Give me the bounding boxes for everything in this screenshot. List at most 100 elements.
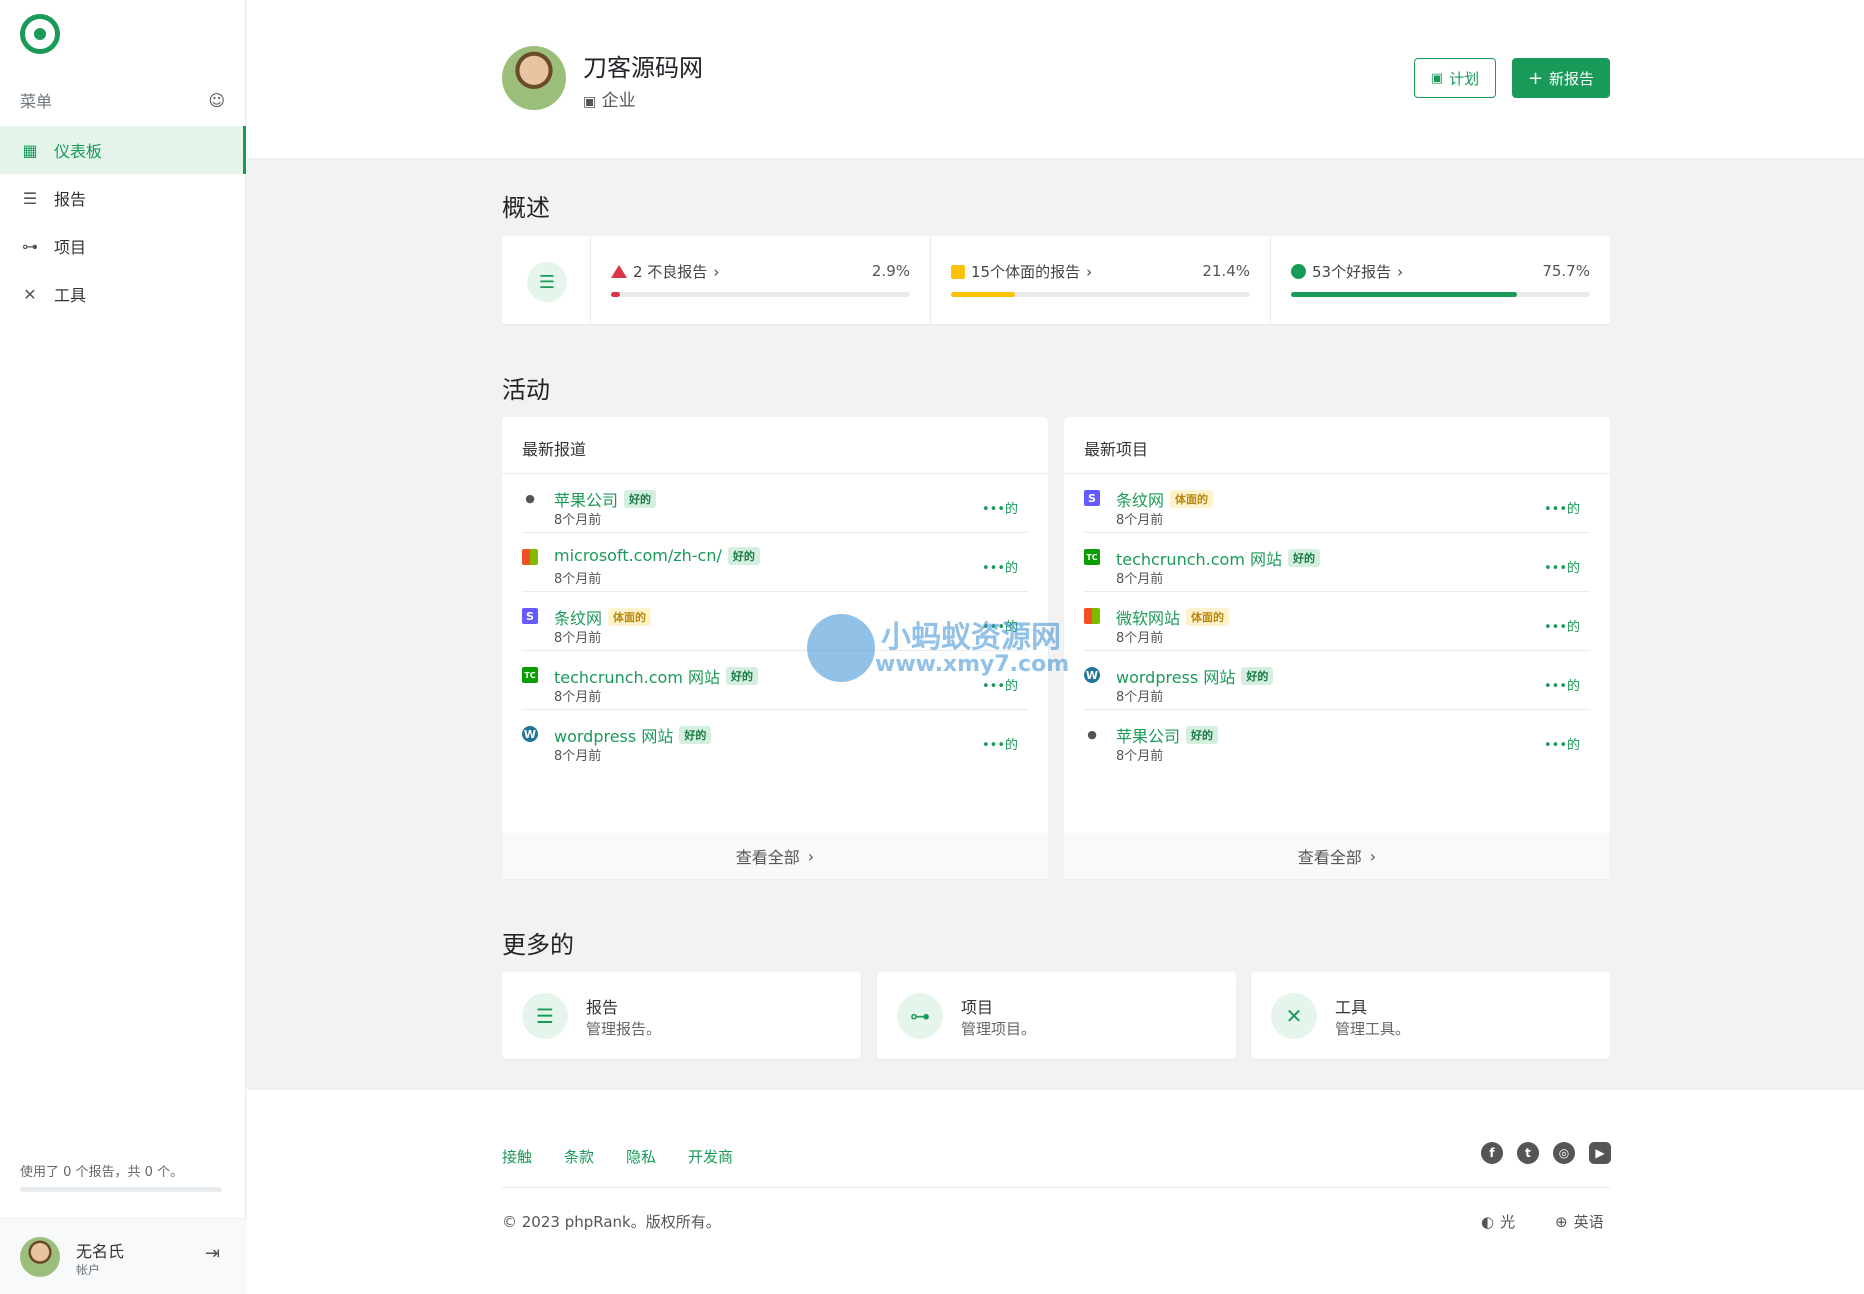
sidebar-item-tools[interactable]: ✕ 工具 bbox=[0, 270, 246, 318]
list-item[interactable]: TC techcrunch.com 网站 好的 8个月前 •••的 bbox=[1084, 533, 1590, 592]
stat-progress-bar bbox=[611, 292, 910, 297]
status-badge: 好的 bbox=[1186, 726, 1219, 744]
item-title[interactable]: 条纹网 bbox=[1116, 487, 1164, 511]
sidebar-item-label: 项目 bbox=[54, 238, 87, 257]
user-box[interactable]: 无名氏 帐户 ⇥ bbox=[0, 1218, 246, 1294]
list-item[interactable]: W wordpress 网站 好的 8个月前 •••的 bbox=[522, 710, 1028, 769]
status-badge: 好的 bbox=[726, 667, 758, 685]
warning-triangle-icon bbox=[611, 265, 627, 278]
chevron-right-icon: › bbox=[1397, 262, 1404, 281]
footer bbox=[247, 1090, 1864, 1294]
twitter-icon[interactable]: t bbox=[1517, 1142, 1539, 1164]
plan-button-label: 计划 bbox=[1449, 69, 1480, 88]
list-icon: ☰ bbox=[527, 262, 567, 302]
item-time: 8个月前 bbox=[1116, 749, 1164, 764]
more-options-button[interactable]: •••的 bbox=[1544, 616, 1580, 635]
theme-label: 光 bbox=[1500, 1213, 1516, 1231]
item-title-wrap: 苹果公司 好的 bbox=[554, 487, 657, 511]
item-title[interactable]: 苹果公司 bbox=[554, 487, 618, 511]
footer-link-terms[interactable]: 条款 bbox=[564, 1146, 594, 1167]
palette-icon[interactable]: ☺ bbox=[208, 91, 225, 110]
overview-stat-good[interactable]: 53个好报告 › 75.7% bbox=[1270, 236, 1610, 324]
item-title[interactable]: wordpress 网站 bbox=[554, 723, 673, 747]
item-title[interactable]: 苹果公司 bbox=[1116, 723, 1180, 747]
more-card-desc: 管理项目。 bbox=[961, 1020, 1037, 1038]
item-title-wrap: techcrunch.com 网站 好的 bbox=[1116, 546, 1320, 570]
sidebar-item-dashboard[interactable]: ▦ 仪表板 bbox=[0, 126, 246, 174]
copyright: © 2023 phpRank。版权所有。 bbox=[502, 1213, 721, 1231]
more-options-button[interactable]: •••的 bbox=[982, 734, 1018, 753]
youtube-icon[interactable]: ▶ bbox=[1589, 1142, 1611, 1164]
more-card-desc: 管理工具。 bbox=[1335, 1020, 1411, 1038]
instagram-icon[interactable]: ◎ bbox=[1553, 1142, 1575, 1164]
menu-header: 菜单 ☺ bbox=[20, 88, 225, 112]
footer-link-contact[interactable]: 接触 bbox=[502, 1146, 532, 1167]
org-type: ▣ 企业 bbox=[583, 86, 636, 111]
wordpress-favicon-icon: W bbox=[522, 726, 538, 742]
list-item[interactable]: 微软网站 体面的 8个月前 •••的 bbox=[1084, 592, 1590, 651]
list-item[interactable]: S 条纹网 体面的 8个月前 •••的 bbox=[1084, 474, 1590, 533]
list-item[interactable]: W wordpress 网站 好的 8个月前 •••的 bbox=[1084, 651, 1590, 710]
square-icon bbox=[951, 264, 965, 279]
item-title[interactable]: microsoft.com/zh-cn/ bbox=[554, 546, 722, 565]
item-title-wrap: microsoft.com/zh-cn/ 好的 bbox=[554, 546, 760, 565]
more-card-tools[interactable]: ✕ 工具 管理工具。 bbox=[1251, 972, 1610, 1059]
more-options-button[interactable]: •••的 bbox=[1544, 557, 1580, 576]
theme-toggle[interactable]: ◐ 光 bbox=[1481, 1211, 1515, 1232]
footer-link-developers[interactable]: 开发商 bbox=[688, 1146, 733, 1167]
item-title[interactable]: techcrunch.com 网站 bbox=[554, 664, 720, 688]
more-options-button[interactable]: •••的 bbox=[1544, 734, 1580, 753]
view-all-projects-link[interactable]: 查看全部 › bbox=[1064, 833, 1610, 879]
social-links: f t ◎ ▶ bbox=[1481, 1142, 1611, 1164]
more-options-button[interactable]: •••的 bbox=[1544, 675, 1580, 694]
item-title[interactable]: techcrunch.com 网站 bbox=[1116, 546, 1282, 570]
new-report-button[interactable]: + 新报告 bbox=[1512, 58, 1610, 98]
list-item[interactable]: ● 苹果公司 好的 8个月前 •••的 bbox=[522, 474, 1028, 533]
overview-stat-fair[interactable]: 15个体面的报告 › 21.4% bbox=[930, 236, 1270, 324]
calendar-icon: ▣ bbox=[583, 94, 597, 110]
sidebar-item-projects[interactable]: ⊶ 项目 bbox=[0, 222, 246, 270]
plan-button[interactable]: ▣ 计划 bbox=[1414, 58, 1496, 98]
list-icon: ☰ bbox=[22, 188, 38, 208]
footer-link-privacy[interactable]: 隐私 bbox=[626, 1146, 656, 1167]
logout-icon[interactable]: ⇥ bbox=[205, 1243, 220, 1264]
main: 刀客源码网 ▣ 企业 ▣ 计划 + 新报告 概述 ☰ 2 不良报告 › 2.9% bbox=[247, 0, 1864, 1294]
latest-projects-card: 最新项目 S 条纹网 体面的 8个月前 •••的 TC techcrunch.co… bbox=[1064, 417, 1610, 879]
sidebar-item-reports[interactable]: ☰ 报告 bbox=[0, 174, 246, 222]
logo[interactable] bbox=[20, 14, 60, 54]
list-item[interactable]: microsoft.com/zh-cn/ 好的 8个月前 •••的 bbox=[522, 533, 1028, 592]
language-select[interactable]: ⊕ 英语 bbox=[1555, 1211, 1604, 1232]
tools-icon: ✕ bbox=[23, 284, 37, 304]
contrast-icon: ◐ bbox=[1481, 1212, 1495, 1231]
sidebar-item-label: 工具 bbox=[54, 286, 87, 305]
org-name: 刀客源码网 bbox=[583, 54, 703, 82]
item-title[interactable]: 条纹网 bbox=[554, 605, 602, 629]
status-badge: 好的 bbox=[624, 490, 657, 508]
list-item[interactable]: ● 苹果公司 好的 8个月前 •••的 bbox=[1084, 710, 1590, 769]
stat-label: 2 不良报告 bbox=[633, 263, 708, 281]
more-card-reports[interactable]: ☰ 报告 管理报告。 bbox=[502, 972, 861, 1059]
view-all-label: 查看全部 bbox=[735, 848, 800, 867]
view-all-reports-link[interactable]: 查看全部 › bbox=[502, 833, 1048, 879]
item-title-wrap: 条纹网 体面的 bbox=[1116, 487, 1214, 511]
item-title[interactable]: 微软网站 bbox=[1116, 605, 1180, 629]
more-options-button[interactable]: •••的 bbox=[982, 557, 1018, 576]
latest-reports-title: 最新报道 bbox=[502, 417, 1048, 474]
item-time: 8个月前 bbox=[1116, 690, 1164, 705]
item-title[interactable]: wordpress 网站 bbox=[1116, 664, 1235, 688]
stat-percent: 2.9% bbox=[871, 262, 910, 280]
facebook-icon[interactable]: f bbox=[1481, 1142, 1503, 1164]
overview-stat-bad[interactable]: 2 不良报告 › 2.9% bbox=[590, 236, 930, 324]
watermark-line1: 小蚂蚁资源网 bbox=[881, 620, 1061, 655]
more-options-button[interactable]: •••的 bbox=[1544, 498, 1580, 517]
footer-divider bbox=[502, 1187, 1610, 1188]
item-time: 8个月前 bbox=[1116, 572, 1164, 587]
status-badge: 体面的 bbox=[1186, 608, 1230, 626]
more-options-button[interactable]: •••的 bbox=[982, 498, 1018, 517]
item-time: 8个月前 bbox=[554, 690, 602, 705]
item-time: 8个月前 bbox=[1116, 513, 1164, 528]
item-time: 8个月前 bbox=[554, 631, 602, 646]
latest-projects-title: 最新项目 bbox=[1064, 417, 1610, 474]
item-title-wrap: techcrunch.com 网站 好的 bbox=[554, 664, 758, 688]
more-card-projects[interactable]: ⊶ 项目 管理项目。 bbox=[877, 972, 1236, 1059]
